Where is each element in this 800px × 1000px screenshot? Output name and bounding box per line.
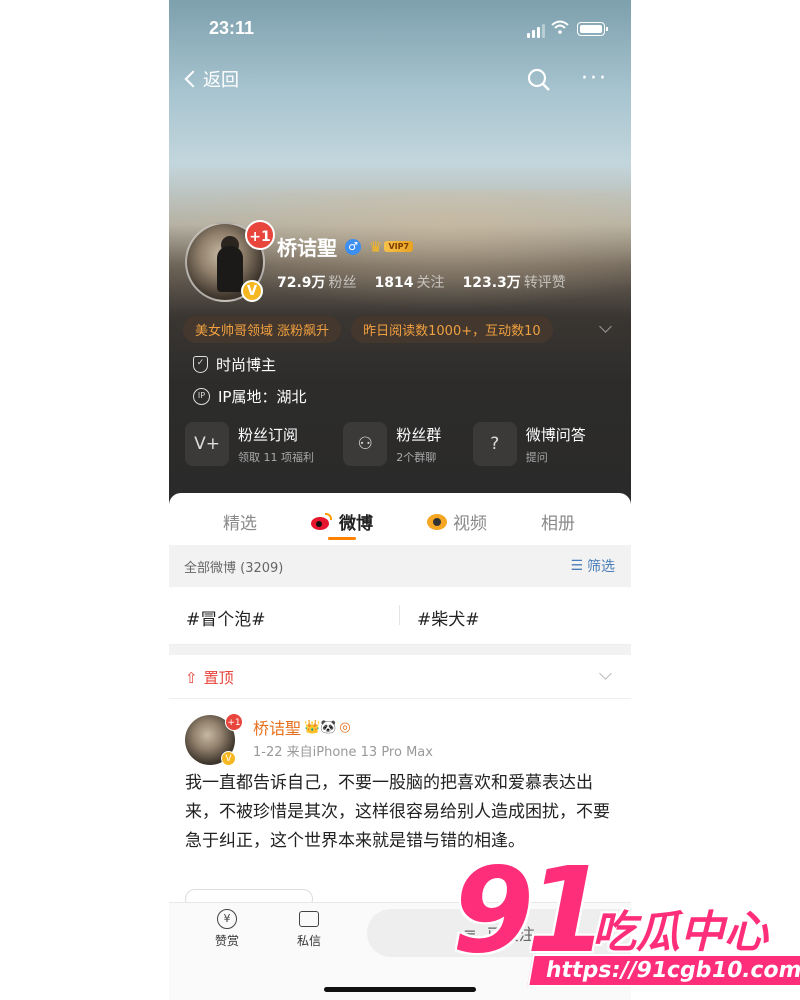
subscribe-icon: V+: [185, 422, 229, 466]
medal-icon: ◎: [339, 719, 351, 735]
profile-stats: 72.9万 粉丝 1814 关注 123.3万 转评赞: [277, 272, 566, 292]
stat-followers[interactable]: 72.9万 粉丝: [277, 272, 357, 292]
tab-bar: 精选 微博 视频 相册: [169, 493, 631, 545]
signal-icon: [527, 24, 545, 38]
active-tab-indicator: [328, 537, 356, 540]
search-icon[interactable]: [527, 68, 551, 92]
crown-icon: ♛: [369, 237, 383, 256]
divider: [169, 645, 631, 655]
back-label: 返回: [203, 70, 239, 91]
wifi-icon: [551, 20, 569, 34]
topic-row: #冒个泡# #柴犬#: [169, 587, 631, 645]
tag-pill[interactable]: 昨日阅读数1000+，互动数10: [351, 316, 553, 343]
back-button[interactable]: 返回: [183, 66, 239, 92]
pin-icon: ⇧: [185, 668, 198, 687]
verified-badge: V: [241, 280, 263, 302]
tab-weibo[interactable]: 微博: [311, 509, 373, 534]
vip-level: VIP7: [384, 241, 414, 252]
filter-button[interactable]: ☰ 筛选: [570, 556, 615, 576]
notification-badge: +1: [245, 220, 275, 250]
profile-header: +1 V 桥诘聖 ♂ ♛ VIP7 72.9万 粉丝 1814 关注 123.3万转…: [185, 220, 625, 302]
gender-icon: ♂: [345, 238, 361, 255]
name-row: 桥诘聖 ♂ ♛ VIP7: [277, 232, 414, 261]
watermark-url: https://91cgb10.com: [527, 954, 800, 987]
ip-line: IP IP属地：湖北: [193, 386, 306, 407]
message-button[interactable]: 私信: [289, 909, 329, 949]
feature-row: V+ 粉丝订阅 领取 11 项福利 ⚇ 粉丝群 2个群聊 ? 微博问答 提问: [185, 422, 631, 466]
stat-reposts-likes[interactable]: 123.3万 转评赞: [463, 272, 566, 292]
topic-link[interactable]: #冒个泡#: [186, 605, 266, 630]
vip-badge[interactable]: ♛ VIP7: [369, 237, 414, 256]
watermark-number: 91: [452, 841, 608, 979]
tag-pill[interactable]: 美女帅哥领域 涨粉飙升: [183, 316, 342, 343]
all-posts-count: 全部微博 (3209): [184, 561, 284, 576]
watermark-logo: 91 吃瓜中心 https://91cgb10.com: [452, 850, 800, 1000]
shield-icon: ✓: [193, 356, 208, 373]
profile-tags: 美女帅哥领域 涨粉飙升 昨日阅读数1000+，互动数10: [183, 316, 553, 343]
battery-icon: [577, 22, 608, 36]
weibo-icon: [311, 512, 333, 531]
message-icon: [299, 911, 319, 927]
watermark-name: 吃瓜中心: [592, 907, 768, 958]
post-avatar[interactable]: +1 V: [185, 713, 243, 766]
chevron-left-icon: [184, 70, 202, 88]
ip-text: IP属地：湖北: [218, 388, 307, 406]
author-badges: 👑🐼: [304, 719, 337, 735]
pinned-row[interactable]: ⇧ 置顶: [169, 655, 631, 699]
weibo-qa-button[interactable]: ? 微博问答 提问: [472, 422, 631, 466]
reward-button[interactable]: ¥ 赞赏: [207, 909, 247, 949]
tab-video[interactable]: 视频: [427, 509, 487, 534]
verified-badge: V: [221, 751, 236, 766]
post-meta: 1-22 来自iPhone 13 Pro Max: [253, 745, 433, 760]
tab-album[interactable]: 相册: [541, 509, 575, 534]
question-icon: ?: [472, 422, 517, 466]
group-icon: ⚇: [343, 422, 388, 466]
fan-subscribe-button[interactable]: V+ 粉丝订阅 领取 11 项福利: [185, 422, 343, 466]
filter-bar: 全部微博 (3209) ☰ 筛选: [169, 545, 631, 587]
status-time: 23:11: [209, 18, 255, 38]
post-author[interactable]: 桥诘聖 👑🐼 ◎: [253, 715, 351, 739]
pinned-label: 置顶: [203, 669, 234, 687]
role-line: ✓ 时尚博主: [193, 354, 276, 375]
reward-icon: ¥: [217, 909, 237, 929]
notification-badge: +1: [225, 713, 243, 731]
role-text: 时尚博主: [216, 356, 277, 374]
stat-following[interactable]: 1814 关注: [375, 272, 445, 292]
topic-link[interactable]: #柴犬#: [417, 605, 480, 630]
filter-icon: ☰: [570, 558, 583, 574]
video-icon: [427, 513, 447, 530]
tab-featured[interactable]: 精选: [223, 509, 257, 534]
status-bar: 23:11: [169, 0, 631, 56]
top-nav: 返回 ···: [169, 66, 631, 98]
profile-name: 桥诘聖: [277, 236, 337, 260]
divider: [399, 605, 400, 625]
chevron-down-icon[interactable]: [599, 667, 612, 680]
more-icon[interactable]: ···: [581, 68, 608, 90]
ip-icon: IP: [193, 388, 210, 405]
fan-group-button[interactable]: ⚇ 粉丝群 2个群聊: [343, 422, 473, 466]
